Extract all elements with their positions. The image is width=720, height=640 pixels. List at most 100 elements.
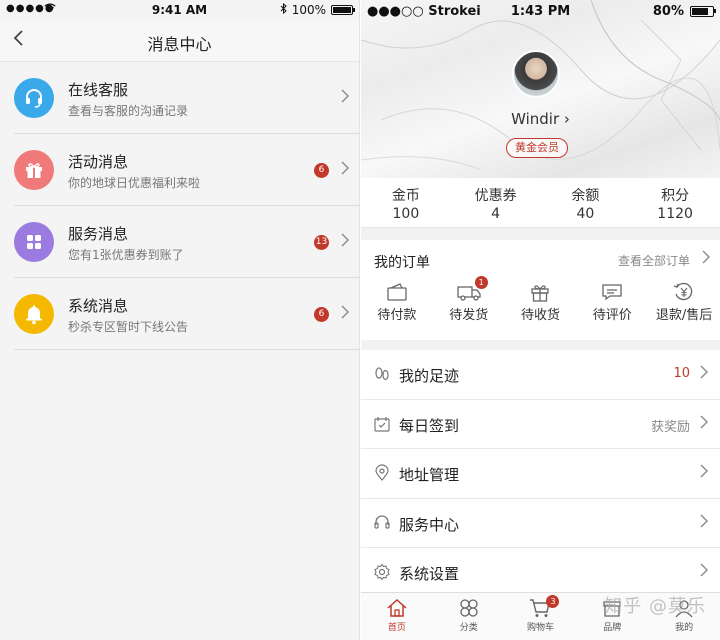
message-list: 在线客服 查看与客服的沟通记录 活动消息 你的地球日优惠福利来啦 6 服务消息 …: [0, 62, 359, 350]
tab-label: 品牌: [603, 623, 622, 633]
message-item-system[interactable]: 系统消息 秒杀专区暂时下线公告 6: [14, 278, 359, 350]
bell-icon: [14, 294, 54, 334]
footprint-icon: [373, 365, 391, 387]
chevron-right-icon: [700, 513, 708, 532]
order-pending-receipt[interactable]: 待收货: [505, 278, 577, 340]
chevron-right-icon: [700, 463, 708, 482]
chevron-right-icon: [700, 364, 708, 383]
stat-coins[interactable]: 金币 100: [361, 178, 451, 227]
avatar[interactable]: [512, 50, 560, 98]
orders-card: 我的订单 查看全部订单 待付款 1 待发货 待收货 待评价 退款/售后: [361, 240, 720, 340]
order-pending-payment[interactable]: 待付款: [361, 278, 433, 340]
username-link[interactable]: Windir ›: [361, 110, 720, 128]
watermark: 知乎 @莫乐: [604, 596, 706, 617]
menu-item-footprints[interactable]: 我的足迹 10: [361, 350, 720, 400]
chevron-right-icon: [341, 88, 349, 107]
order-status-label: 待收货: [520, 308, 560, 323]
order-status-label: 待付款: [377, 308, 417, 323]
page-title: 消息中心: [147, 35, 212, 54]
settings-menu: 我的足迹 10 每日签到 获奖励 地址管理 服务中心 系统设置: [361, 350, 720, 598]
message-center-screen: ●●●●● 9:41 AM 100% 消息中心 在线客服 查看与客服的沟通记录: [0, 0, 360, 640]
menu-item-settings[interactable]: 系统设置: [361, 548, 720, 598]
order-status-label: 待发货: [449, 308, 489, 323]
member-badge: 黄金会员: [506, 138, 568, 158]
refund-icon: [673, 282, 693, 301]
message-title: 活动消息: [68, 153, 129, 171]
stat-coupons[interactable]: 优惠券 4: [451, 178, 541, 227]
stat-label: 金币: [391, 188, 420, 204]
menu-value: 10: [673, 366, 690, 381]
menu-item-service-center[interactable]: 服务中心: [361, 499, 720, 548]
menu-label: 每日签到: [399, 416, 460, 435]
battery-percent: 100%: [291, 3, 326, 17]
status-bar: ●●●○○ Strokei 1:43 PM 80%: [361, 0, 720, 22]
unread-badge: 13: [314, 235, 329, 250]
account-stats: 金币 100 优惠券 4 余额 40 积分 1120: [361, 178, 720, 228]
order-pending-review[interactable]: 待评价: [576, 278, 648, 340]
message-subtitle: 秒杀专区暂时下线公告: [68, 320, 189, 334]
chevron-right-icon: [341, 304, 349, 323]
orders-title: 我的订单: [374, 255, 430, 271]
gift-icon: [14, 150, 54, 190]
bluetooth-icon: [280, 2, 287, 17]
message-item-service[interactable]: 服务消息 您有1张优惠券到账了 13: [14, 206, 359, 278]
calendar-icon: [373, 415, 391, 437]
grid-icon: [14, 222, 54, 262]
order-status-row: 待付款 1 待发货 待收货 待评价 退款/售后: [361, 276, 720, 340]
comment-icon: [602, 284, 622, 301]
category-icon: [460, 599, 478, 617]
tab-label: 我的: [675, 623, 694, 633]
stat-label: 积分: [661, 188, 690, 204]
chevron-right-icon: [702, 249, 710, 268]
chevron-right-icon: [341, 232, 349, 251]
tab-category[interactable]: 分类: [433, 593, 505, 640]
menu-label: 我的足迹: [399, 367, 460, 385]
cart-count-badge: 3: [546, 595, 560, 608]
wallet-icon: [387, 283, 407, 301]
count-badge: 1: [474, 276, 488, 289]
stat-label: 余额: [571, 188, 600, 204]
menu-label: 地址管理: [399, 466, 460, 484]
nav-bar: 消息中心: [0, 20, 359, 62]
headset-icon: [14, 78, 54, 118]
order-pending-shipment[interactable]: 1 待发货: [433, 276, 505, 340]
message-item-online-service[interactable]: 在线客服 查看与客服的沟通记录: [14, 62, 359, 134]
stat-label: 优惠券: [474, 188, 517, 204]
gift-box-icon: [531, 285, 550, 302]
home-icon: [387, 598, 407, 617]
stat-points[interactable]: 积分 1120: [630, 178, 720, 227]
message-subtitle: 你的地球日优惠福利来啦: [68, 176, 201, 190]
tab-home[interactable]: 首页: [361, 593, 433, 640]
gear-icon: [373, 563, 391, 585]
status-bar: ●●●●● 9:41 AM 100%: [0, 0, 359, 20]
menu-label: 服务中心: [399, 515, 460, 534]
tab-label: 分类: [459, 623, 478, 633]
stat-value: 1120: [657, 206, 693, 222]
tab-cart[interactable]: 3 购物车: [505, 593, 577, 640]
message-subtitle: 您有1张优惠券到账了: [68, 248, 184, 262]
profile-screen: ●●●○○ Strokei 1:43 PM 80% Windir › 黄金会员 …: [361, 0, 720, 640]
order-status-label: 待评价: [592, 308, 632, 323]
message-title: 服务消息: [68, 225, 129, 243]
tab-label: 购物车: [526, 623, 554, 633]
profile-header: ●●●○○ Strokei 1:43 PM 80% Windir › 黄金会员: [361, 0, 720, 178]
view-all-orders-link[interactable]: 查看全部订单: [618, 252, 690, 269]
order-status-label: 退款/售后: [655, 308, 713, 323]
stat-value: 100: [392, 206, 420, 222]
location-icon: [373, 464, 391, 486]
chevron-right-icon: [341, 160, 349, 179]
stat-value: 40: [576, 206, 595, 222]
message-title: 系统消息: [68, 297, 129, 315]
orders-header[interactable]: 我的订单 查看全部订单: [361, 240, 720, 278]
message-item-activity[interactable]: 活动消息 你的地球日优惠福利来啦 6: [14, 134, 359, 206]
headset-icon: [373, 514, 391, 536]
chevron-right-icon: [700, 562, 708, 581]
menu-item-address[interactable]: 地址管理: [361, 449, 720, 499]
stat-value: 4: [491, 206, 501, 222]
battery-percent: 80%: [652, 4, 684, 19]
menu-label: 系统设置: [399, 565, 460, 583]
chevron-right-icon: [700, 414, 708, 433]
order-refund[interactable]: 退款/售后: [648, 278, 720, 340]
menu-item-daily-checkin[interactable]: 每日签到 获奖励: [361, 400, 720, 449]
stat-balance[interactable]: 余额 40: [541, 178, 631, 227]
